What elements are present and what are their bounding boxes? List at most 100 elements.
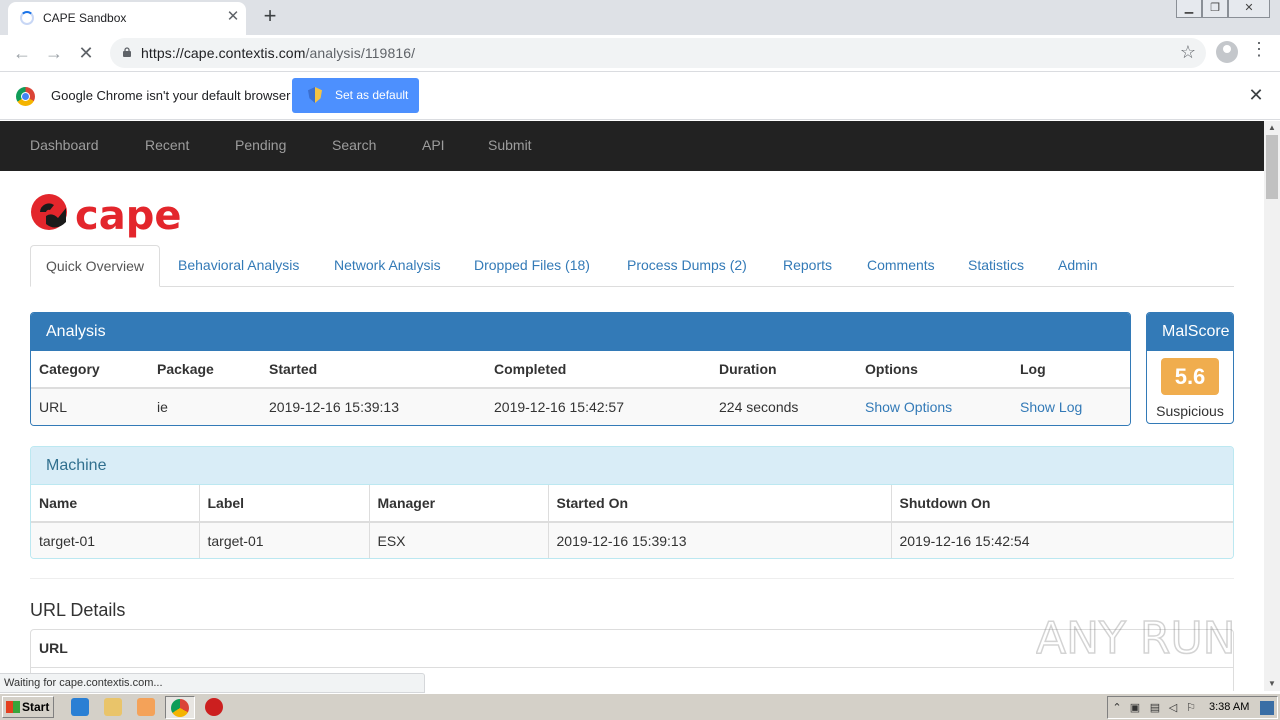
set-default-button[interactable]: Set as default (292, 78, 419, 113)
machine-panel-title: Machine (31, 447, 1233, 485)
analysis-panel: Analysis Category Package Started Comple… (30, 312, 1131, 426)
tab-quick-overview[interactable]: Quick Overview (30, 245, 161, 287)
address-bar[interactable]: https://cape.contextis.com/analysis/1198… (110, 38, 1206, 68)
tray-expand-icon[interactable]: ⌃ (1110, 701, 1124, 715)
show-options-link[interactable]: Show Options (857, 388, 1012, 425)
show-desktop-icon[interactable] (1260, 701, 1274, 715)
malscore-label: Suspicious (1156, 403, 1224, 419)
restore-icon[interactable]: ❐ (1202, 0, 1228, 18)
section-divider (30, 578, 1234, 579)
tab-behavioral-analysis[interactable]: Behavioral Analysis (163, 245, 314, 287)
table-row: URL ie 2019-12-16 15:39:13 2019-12-16 15… (31, 388, 1130, 425)
taskbar-chrome-button[interactable] (165, 696, 195, 719)
browser-toolbar: ← → ✕ https://cape.contextis.com/analysi… (0, 35, 1280, 71)
cell-started: 2019-12-16 15:39:13 (261, 388, 486, 425)
default-browser-infobar: Google Chrome isn't your default browser… (0, 71, 1280, 120)
nav-search[interactable]: Search (332, 137, 376, 153)
tab-reports[interactable]: Reports (768, 245, 847, 287)
cell-duration: 224 seconds (711, 388, 857, 425)
tab-process-dumps[interactable]: Process Dumps (2) (612, 245, 762, 287)
tab-admin[interactable]: Admin (1043, 245, 1113, 287)
tab-title: CAPE Sandbox (43, 11, 127, 25)
infobar-close-icon[interactable]: ✕ (1246, 85, 1266, 106)
analysis-table: Category Package Started Completed Durat… (31, 351, 1130, 425)
analysis-panel-title: Analysis (31, 313, 1130, 351)
col-duration: Duration (711, 351, 857, 389)
action-center-flag-icon[interactable]: ⚐ (1184, 701, 1198, 715)
window-close-icon[interactable]: ✕ (1228, 0, 1270, 18)
forward-icon[interactable]: → (42, 41, 66, 65)
machine-table: Name Label Manager Started On Shutdown O… (31, 485, 1233, 558)
back-icon[interactable]: ← (10, 41, 34, 65)
machine-panel: Machine Name Label Manager Started On Sh… (30, 446, 1234, 559)
nav-submit[interactable]: Submit (488, 137, 532, 153)
col-shutdown-on: Shutdown On (891, 485, 1233, 523)
tab-network-analysis[interactable]: Network Analysis (319, 245, 456, 287)
lock-icon (123, 47, 131, 57)
tab-dropped-files[interactable]: Dropped Files (18) (459, 245, 605, 287)
col-manager: Manager (369, 485, 549, 523)
analysis-tabs: Quick Overview Behavioral Analysis Netwo… (30, 245, 1234, 287)
system-tray: ⌃ ▣ ▤ ◁ ⚐ 3:38 AM (1107, 696, 1278, 719)
folder-icon[interactable] (104, 698, 122, 716)
opera-icon[interactable] (205, 698, 223, 716)
page-viewport: Dashboard Recent Pending Search API Subm… (0, 121, 1264, 691)
volume-icon[interactable]: ◁ (1166, 701, 1180, 715)
chrome-logo-icon (16, 87, 35, 106)
anyrun-watermark: ANY RUN (1036, 612, 1236, 665)
menu-dots-icon[interactable]: ⋮ (1250, 39, 1268, 60)
tab-close-icon[interactable]: ✕ (224, 8, 242, 26)
cell-started-on: 2019-12-16 15:39:13 (548, 522, 892, 558)
url-details-title: URL Details (30, 600, 126, 620)
top-navbar: Dashboard Recent Pending Search API Subm… (0, 121, 1264, 171)
nav-recent[interactable]: Recent (145, 137, 189, 153)
nav-dashboard[interactable]: Dashboard (30, 137, 99, 153)
status-bubble: Waiting for cape.contextis.com... (0, 673, 425, 693)
col-category: Category (31, 351, 149, 389)
page-scrollbar[interactable]: ▲ ▼ (1264, 121, 1280, 691)
taskbar-clock[interactable]: 3:38 AM (1209, 701, 1249, 713)
cell-label: target-01 (199, 522, 370, 558)
media-player-icon[interactable] (137, 698, 155, 716)
malscore-title: MalScore (1147, 313, 1233, 351)
url-path: /analysis/119816/ (305, 45, 416, 61)
scroll-thumb[interactable] (1266, 135, 1278, 199)
ie-icon[interactable] (71, 698, 89, 716)
scroll-up-icon[interactable]: ▲ (1264, 121, 1280, 135)
table-row: target-01 target-01 ESX 2019-12-16 15:39… (31, 522, 1233, 558)
bookmark-star-icon[interactable]: ☆ (1180, 42, 1196, 63)
col-label: Label (199, 485, 370, 523)
cell-shutdown-on: 2019-12-16 15:42:54 (891, 522, 1233, 558)
col-completed: Completed (486, 351, 711, 389)
tab-comments[interactable]: Comments (852, 245, 950, 287)
tab-statistics[interactable]: Statistics (953, 245, 1039, 287)
start-label: Start (22, 700, 50, 714)
cell-completed: 2019-12-16 15:42:57 (486, 388, 711, 425)
new-tab-button[interactable]: + (259, 4, 281, 28)
browser-titlebar: CAPE Sandbox ✕ + ▁ ❐ ✕ (0, 0, 1280, 35)
windows-flag-icon (6, 701, 20, 713)
uac-shield-icon (308, 87, 322, 103)
browser-tab[interactable]: CAPE Sandbox ✕ (8, 2, 246, 35)
scroll-down-icon[interactable]: ▼ (1264, 677, 1280, 691)
tray-app-icon[interactable]: ▤ (1148, 701, 1162, 715)
minimize-icon[interactable]: ▁ (1176, 0, 1202, 18)
show-log-link[interactable]: Show Log (1012, 388, 1130, 425)
nav-pending[interactable]: Pending (235, 137, 286, 153)
start-button[interactable]: Start (2, 696, 54, 718)
network-icon[interactable]: ▣ (1128, 701, 1142, 715)
nav-api[interactable]: API (422, 137, 445, 153)
window-controls: ▁ ❐ ✕ (1176, 0, 1270, 20)
machine-header-row: Name Label Manager Started On Shutdown O… (31, 485, 1233, 523)
loading-spinner-icon (20, 11, 34, 25)
cape-logo[interactable]: cape (30, 190, 205, 238)
profile-avatar-icon[interactable] (1216, 41, 1238, 63)
col-started: Started (261, 351, 486, 389)
col-package: Package (149, 351, 261, 389)
stop-icon[interactable]: ✕ (74, 41, 98, 65)
col-options: Options (857, 351, 1012, 389)
cell-category: URL (31, 388, 149, 425)
url-host: https://cape.contextis.com (141, 45, 306, 61)
cell-name: target-01 (31, 522, 200, 558)
chrome-taskbar-icon (171, 699, 189, 717)
